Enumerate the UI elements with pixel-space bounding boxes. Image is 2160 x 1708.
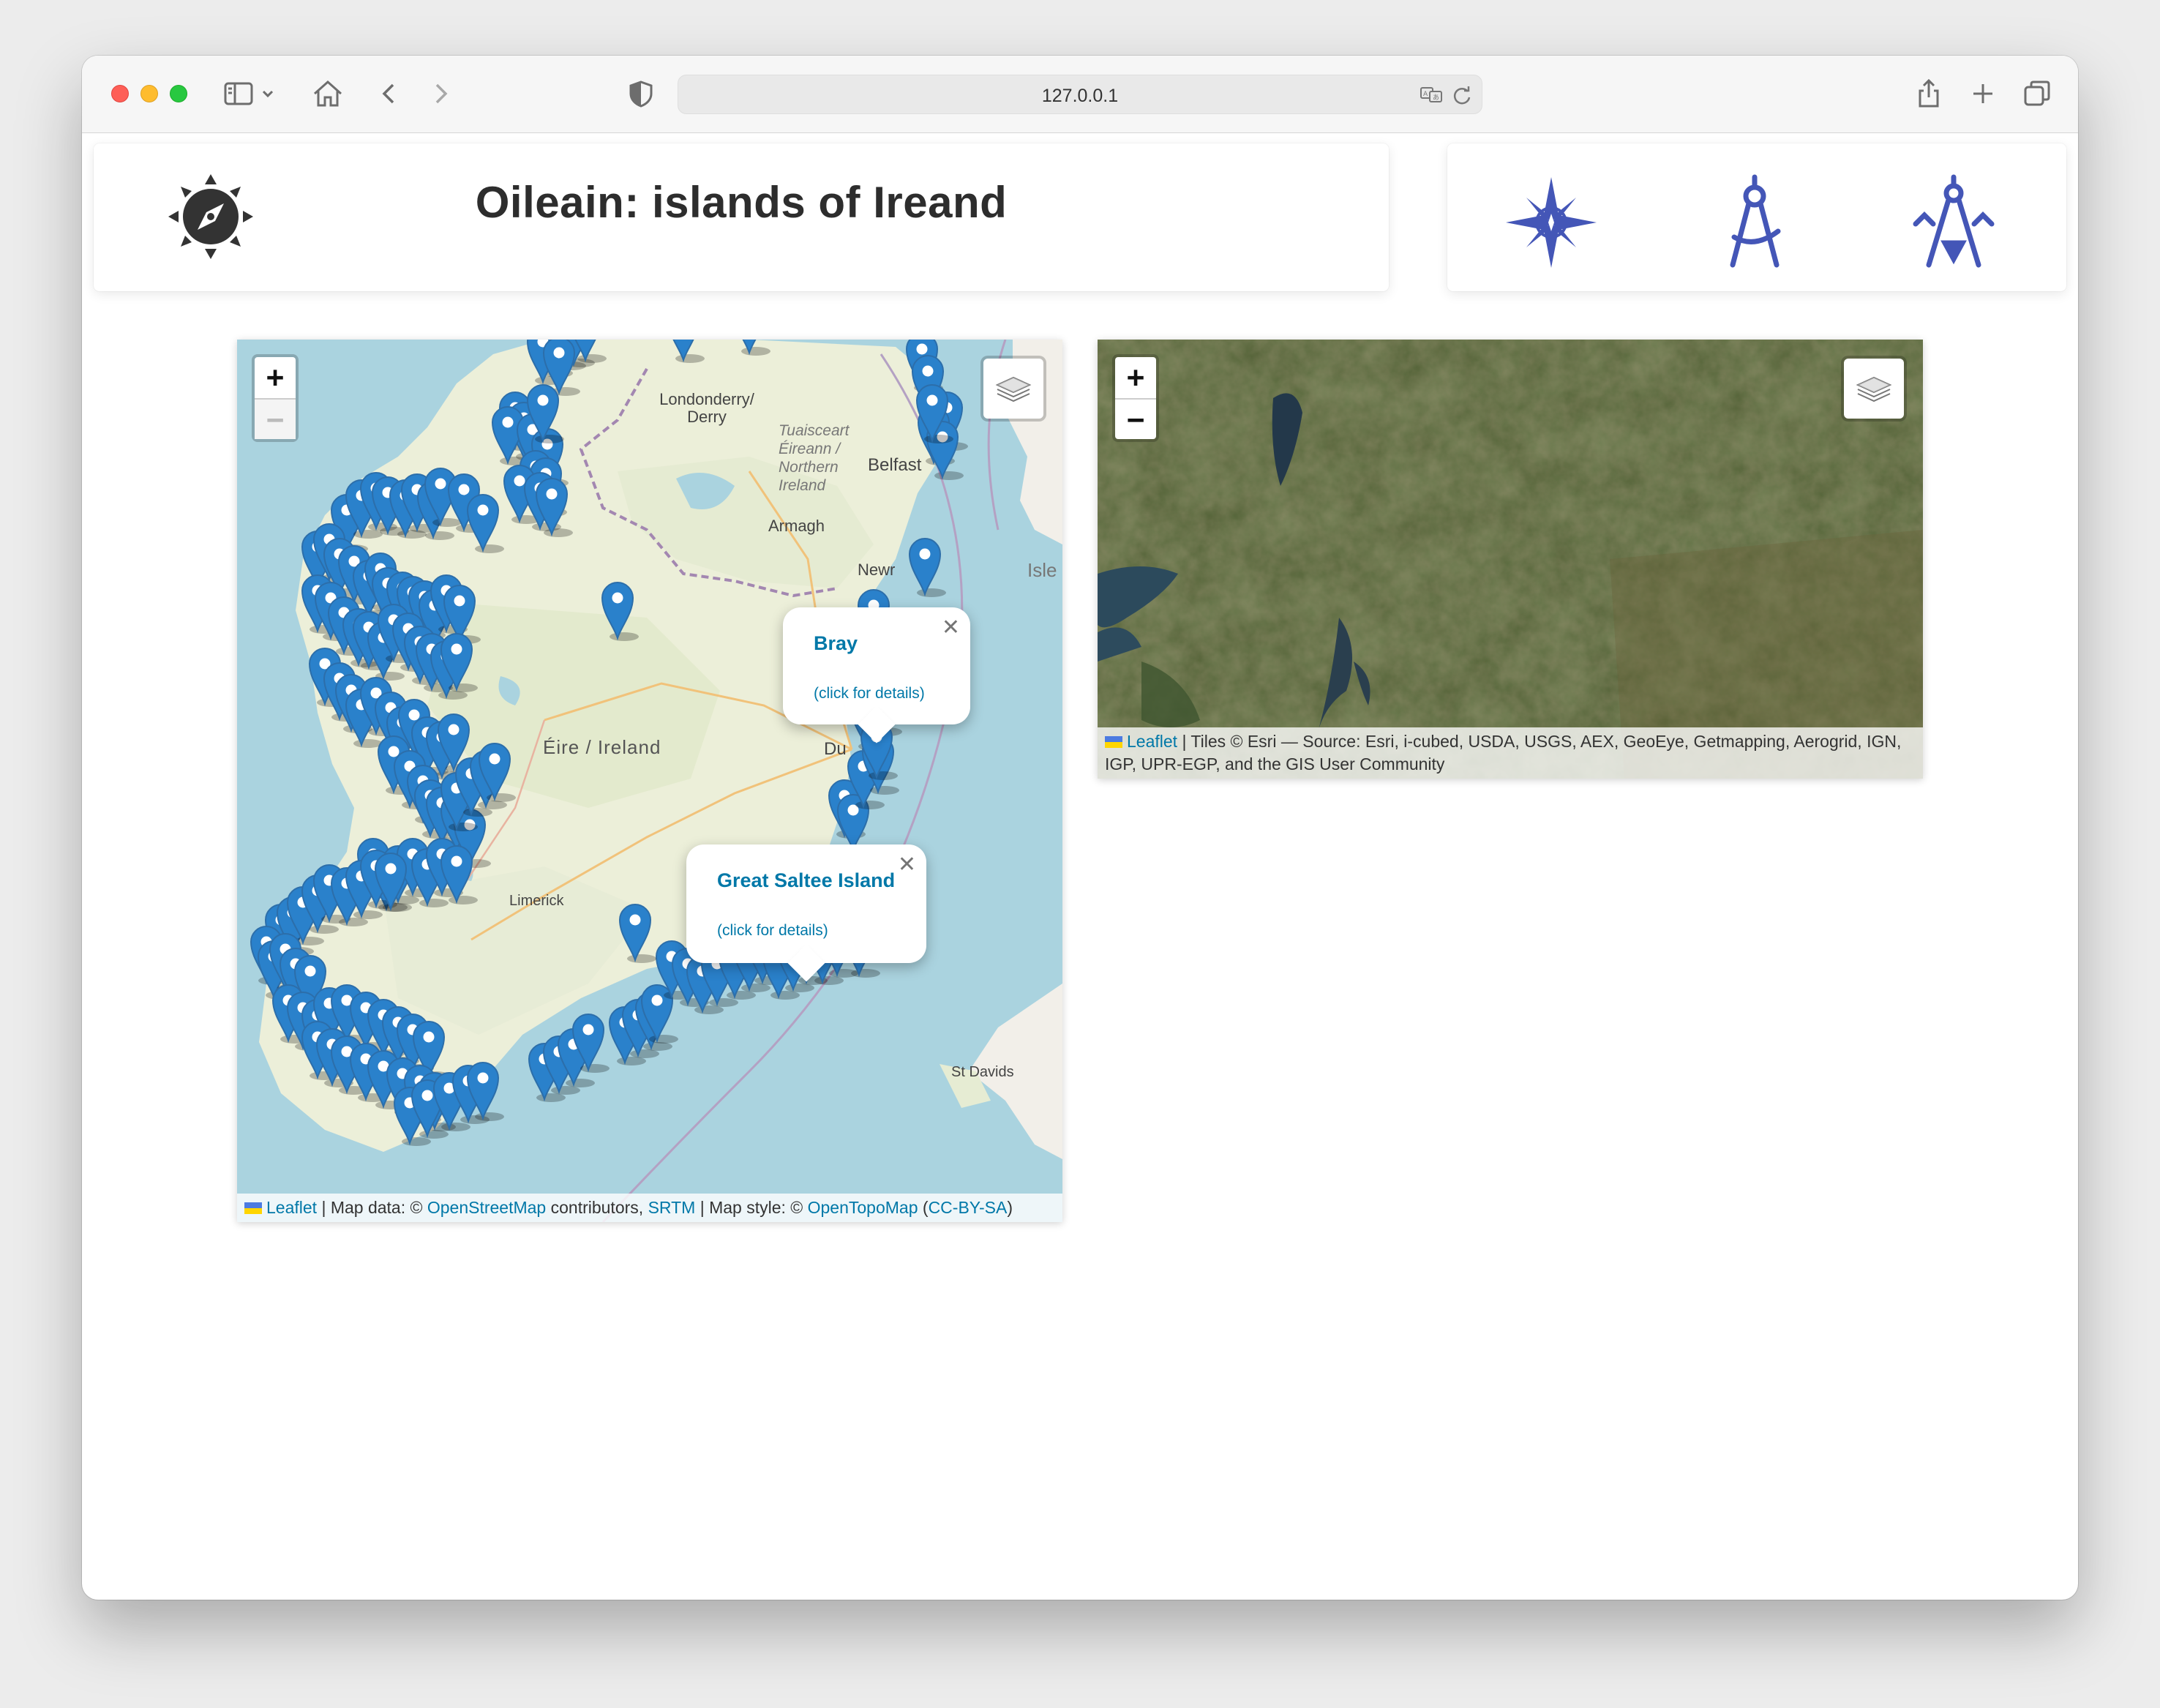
place-label-northern-ireland: Tuaisceart Éireann / Northern Ireland [779, 422, 850, 494]
popup-details-link[interactable]: (click for details) [814, 685, 925, 703]
zoom-control: + − [252, 354, 299, 442]
topo-map[interactable]: Londonderry/ Derry Tuaisceart Éireann / … [237, 340, 1062, 1222]
zoom-in-button[interactable]: + [255, 357, 296, 398]
popup-close-button[interactable]: ✕ [942, 615, 960, 640]
popup-close-button[interactable]: ✕ [898, 852, 916, 877]
attribution-text: ( [918, 1198, 929, 1217]
island-marker[interactable] [438, 631, 478, 692]
island-marker[interactable] [476, 741, 516, 802]
opentopomap-link[interactable]: OpenTopoMap [808, 1198, 918, 1217]
svg-text:あ: あ [1433, 94, 1439, 102]
attribution-text: | Map style: © [695, 1198, 808, 1217]
island-marker[interactable] [617, 902, 656, 963]
zoom-out-button[interactable]: − [255, 398, 296, 439]
home-icon[interactable] [310, 76, 345, 111]
popup-great-saltee-island: ✕ Great Saltee Island (click for details… [686, 844, 926, 982]
place-label-newry: Newr [858, 561, 896, 579]
island-marker[interactable] [533, 476, 573, 537]
layers-control-button[interactable] [1841, 356, 1907, 422]
title-card: Oileain: islands of Ireand [94, 143, 1389, 291]
ukraine-flag-icon [244, 1202, 262, 1214]
place-label-st-davids: St Davids [951, 1064, 1014, 1080]
browser-toolbar: 127.0.0.1 Aあ [82, 56, 2078, 133]
popup-details-link[interactable]: (click for details) [717, 922, 828, 940]
place-label-ireland: Éire / Ireland [543, 736, 661, 758]
island-marker[interactable] [665, 340, 705, 363]
island-marker[interactable] [914, 382, 953, 443]
leaflet-link[interactable]: Leaflet [1127, 732, 1177, 751]
url-text: 127.0.0.1 [1041, 86, 1119, 106]
layers-icon [995, 376, 1032, 402]
svg-text:A: A [1423, 91, 1428, 98]
zoom-control: + − [1112, 354, 1159, 442]
shield-icon[interactable] [623, 76, 659, 111]
minimize-window-button[interactable] [140, 85, 158, 102]
place-label-isle: Isle [1027, 559, 1057, 581]
island-marker[interactable] [372, 850, 412, 912]
island-marker[interactable] [465, 492, 504, 553]
island-marker[interactable] [438, 843, 478, 904]
ukraine-flag-icon [1105, 736, 1122, 748]
new-tab-icon[interactable] [1965, 76, 2000, 111]
sidebar-icon[interactable] [221, 76, 256, 111]
forward-icon[interactable] [423, 76, 458, 111]
translate-icon[interactable]: Aあ [1419, 83, 1444, 108]
place-label-limerick: Limerick [509, 893, 564, 909]
place-label-armagh: Armagh [768, 517, 825, 535]
zoom-out-button[interactable]: − [1115, 398, 1156, 439]
island-marker[interactable] [567, 340, 607, 363]
popup-title[interactable]: Great Saltee Island [717, 869, 895, 892]
layers-control-button[interactable] [980, 356, 1046, 422]
satellite-map-attribution: Leaflet | Tiles © Esri — Source: Esri, i… [1098, 727, 1923, 779]
attribution-text: | Map data: © [317, 1198, 427, 1217]
back-icon[interactable] [372, 76, 407, 111]
leaflet-link[interactable]: Leaflet [266, 1198, 317, 1217]
place-label-derry: Londonderry/ Derry [659, 390, 754, 426]
place-label-belfast: Belfast [868, 455, 922, 475]
zoom-in-button[interactable]: + [1115, 357, 1156, 398]
island-marker[interactable] [465, 1060, 504, 1121]
share-icon[interactable] [1911, 76, 1946, 111]
compass-rose-icon[interactable] [1501, 173, 1601, 272]
reload-icon[interactable] [1450, 83, 1474, 108]
place-label-dublin: Du [824, 739, 847, 759]
browser-window: 127.0.0.1 Aあ Oileain: islands of Ireand … [82, 56, 2078, 1600]
island-marker[interactable] [907, 536, 946, 597]
zoom-window-button[interactable] [170, 85, 187, 102]
address-bar[interactable]: 127.0.0.1 Aあ [678, 75, 1482, 114]
topo-map-attribution: Leaflet | Map data: © OpenStreetMap cont… [237, 1194, 1062, 1222]
chevron-down-icon[interactable] [258, 76, 278, 111]
island-marker[interactable] [731, 340, 770, 356]
island-marker[interactable] [570, 1011, 610, 1073]
satellite-map[interactable]: + − Leaflet | Tiles © Esri — Source: Esr… [1098, 340, 1923, 779]
layers-icon [1856, 376, 1892, 402]
island-marker[interactable] [525, 382, 564, 443]
attribution-text: | Tiles © Esri — Source: Esri, i-cubed, … [1105, 732, 1902, 774]
drawing-compass-icon[interactable] [1705, 173, 1804, 272]
license-link[interactable]: CC-BY-SA [929, 1198, 1008, 1217]
srtm-link[interactable]: SRTM [648, 1198, 696, 1217]
popup-title[interactable]: Bray [814, 632, 858, 655]
satellite-map-tiles [1098, 340, 1923, 779]
popup-bray: ✕ Bray (click for details) [783, 607, 970, 743]
island-marker[interactable] [599, 580, 639, 641]
attribution-text: ) [1007, 1198, 1013, 1217]
osm-link[interactable]: OpenStreetMap [427, 1198, 546, 1217]
page-title: Oileain: islands of Ireand [475, 178, 1008, 227]
attribution-text: contributors, [546, 1198, 648, 1217]
close-window-button[interactable] [111, 85, 129, 102]
tools-card [1447, 143, 2066, 291]
tabs-overview-icon[interactable] [2020, 76, 2055, 111]
set-square-compass-icon[interactable] [1904, 173, 2003, 272]
